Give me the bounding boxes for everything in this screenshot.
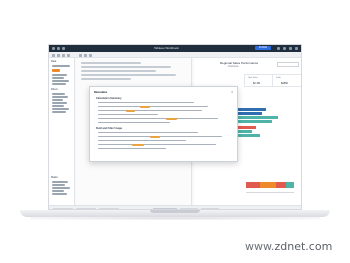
tool-icon[interactable] [67,53,70,57]
code-line [81,62,141,64]
stacked-bar[interactable] [246,182,294,188]
text-line [98,122,170,124]
code-line [81,70,156,72]
tool-icon[interactable] [62,53,65,57]
kpi-value: $2.3M [253,82,260,85]
field-item[interactable] [52,190,64,192]
field-item[interactable] [52,111,66,113]
watermark: www.zdnet.com [245,240,332,253]
dialog-title: Metadata [94,90,108,94]
bar[interactable] [234,120,272,123]
field-item[interactable] [52,193,67,195]
field-item[interactable] [52,102,67,104]
field-item[interactable] [52,184,65,186]
field-highlight [166,118,177,120]
logo-icon [52,47,55,50]
tool-icon[interactable] [79,53,82,57]
field-item[interactable] [52,83,66,85]
stack-segment[interactable] [246,182,260,188]
section-label-marks: Marks [51,176,58,179]
kpi-card: Profit $286K [272,74,301,87]
field-item[interactable] [52,77,64,79]
stack-segment[interactable] [276,182,286,188]
stack-segment[interactable] [260,182,276,188]
bar[interactable] [234,112,262,115]
text-line [98,136,222,138]
watermark-lead: www. [245,240,275,253]
sheet-tab[interactable] [99,207,119,209]
sheet-tabs [49,205,301,209]
watermark-domain: zdnet.com [274,240,333,253]
field-item[interactable] [52,80,69,82]
kpi-card: Total Sales $2.3M [244,74,274,87]
tool-icon[interactable] [89,53,92,57]
text-line [98,118,218,120]
field-item[interactable] [52,108,69,110]
data-pane: Data Filters Marks [49,58,75,209]
filter-dropdown[interactable] [277,62,299,67]
title-bar: Tableau Workbook Publish [49,45,301,52]
field-item[interactable] [52,65,70,67]
text-line [98,110,202,112]
kpi-label: Total Sales [248,77,258,79]
help-icon[interactable] [289,47,292,50]
text-line [98,144,216,146]
code-line [81,66,171,68]
code-line [81,78,131,80]
field-item[interactable] [52,99,63,101]
dialog-section-heading: Field and Filter Usage [96,127,122,130]
text-line [98,140,186,142]
menu-icon[interactable] [295,47,298,50]
tool-icon[interactable] [52,53,55,57]
field-item[interactable] [52,74,67,76]
bar-chart [234,106,300,146]
user-icon[interactable] [283,47,286,50]
sheet-tab[interactable] [201,207,219,209]
text-line [98,106,208,108]
close-icon[interactable]: × [231,89,233,94]
sheet-tab[interactable] [53,207,73,209]
kpi-label: Profit [276,77,281,79]
share-icon[interactable] [277,47,280,50]
field-highlight [150,136,160,138]
kpi-value: $286K [281,82,289,85]
connection-badge[interactable] [52,69,60,72]
field-highlight [140,106,150,108]
field-item[interactable] [52,105,64,107]
bar[interactable] [234,108,266,111]
stack-segment[interactable] [286,182,294,188]
app-screen: Tableau Workbook Publish Data Filters Ma… [48,44,302,210]
metadata-dialog: Metadata × Calculation Summary Field and… [89,86,238,162]
text-line [98,114,158,116]
redo-icon[interactable] [62,47,65,50]
field-highlight [132,144,144,146]
publish-button[interactable]: Publish [255,46,271,50]
field-item[interactable] [52,93,65,95]
text-line [98,102,194,104]
tool-icon[interactable] [57,53,60,57]
dashboard-subtitle: Overview [228,65,239,68]
field-highlight [126,110,135,112]
dashboard-title: Regional Sales Performance [220,61,259,65]
tool-icon[interactable] [84,53,87,57]
undo-icon[interactable] [57,47,60,50]
field-item[interactable] [52,187,70,189]
laptop-notch [150,210,200,213]
sheet-tab-active[interactable] [153,207,177,209]
sheet-tab[interactable] [76,207,96,209]
bar[interactable] [234,116,278,119]
text-line [98,148,166,150]
sheet-tab[interactable] [180,207,198,209]
text-line [98,132,198,134]
section-label-filters: Filters [51,88,58,91]
field-item[interactable] [52,181,68,183]
section-label-data: Data [51,60,57,63]
field-item[interactable] [52,96,68,98]
chart-axis [246,192,294,193]
window-title: Tableau Workbook [154,46,179,50]
code-line [81,74,176,76]
dialog-section-heading: Calculation Summary [96,97,122,100]
